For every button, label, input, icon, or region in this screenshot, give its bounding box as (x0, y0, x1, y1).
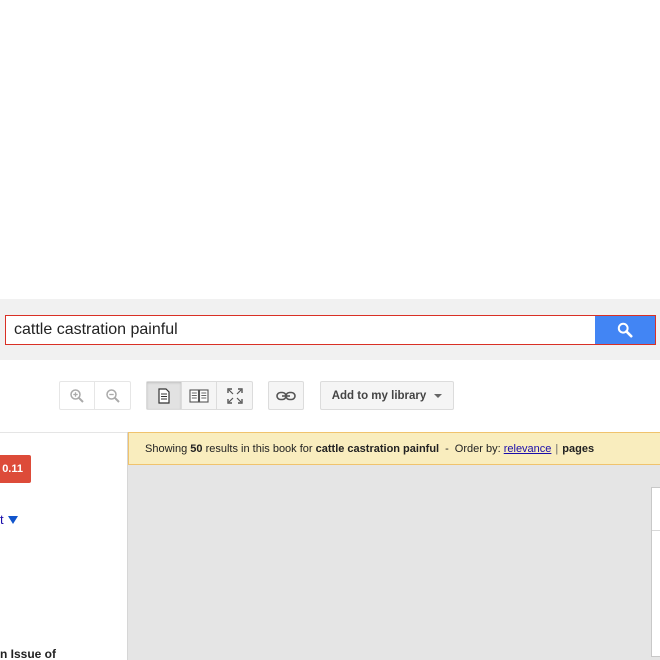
add-to-library-button[interactable]: Add to my library (320, 381, 454, 410)
two-page-icon (189, 388, 209, 403)
book-page[interactable] (651, 487, 660, 657)
order-by-label: Order by: (454, 442, 501, 455)
get-book-dropdown[interactable]: t (0, 512, 18, 527)
chevron-down-icon (434, 393, 443, 398)
order-separator: | (555, 442, 559, 455)
zoom-in-button[interactable] (60, 382, 95, 409)
price-label: 0.11 (2, 463, 23, 475)
link-button[interactable] (269, 382, 303, 409)
view-mode-controls (146, 381, 253, 410)
link-controls (268, 381, 304, 410)
issue-text: n Issue of (0, 647, 57, 660)
link-icon (276, 391, 296, 400)
page: Add to my library 0.11 t n Issue of Show… (0, 0, 660, 660)
buy-price-button[interactable]: 0.11 (0, 455, 31, 483)
order-by-pages-link[interactable]: pages (562, 443, 594, 455)
results-dash: - (445, 442, 449, 455)
search-button[interactable] (595, 316, 655, 344)
search-band (0, 299, 660, 360)
results-prefix: Showing (145, 442, 188, 455)
search-input[interactable] (6, 316, 596, 344)
results-count: 50 (190, 442, 203, 455)
page-divider (652, 530, 660, 531)
left-sidebar: 0.11 t n Issue of (0, 432, 127, 660)
zoom-out-button[interactable] (95, 382, 130, 409)
zoom-in-icon (70, 388, 84, 403)
search-results-bar: Showing 50 results in this book for catt… (128, 432, 660, 465)
results-query: cattle castration painful (315, 442, 440, 455)
book-viewer: Showing 50 results in this book for catt… (127, 432, 660, 660)
single-page-view-button[interactable] (147, 382, 182, 409)
search-icon (617, 322, 633, 338)
zoom-controls (59, 381, 131, 410)
add-to-library-label: Add to my library (331, 389, 427, 402)
fullscreen-icon (226, 387, 243, 404)
fullscreen-button[interactable] (217, 382, 252, 409)
blank-area (0, 0, 660, 299)
search-box (5, 315, 656, 345)
order-by-relevance-link[interactable]: relevance (504, 443, 552, 455)
get-book-label: t (0, 512, 4, 527)
viewer-toolbar: Add to my library (0, 360, 660, 432)
zoom-out-icon (105, 388, 120, 403)
two-page-view-button[interactable] (182, 382, 217, 409)
single-page-icon (158, 387, 170, 404)
results-middle: results in this book for (205, 442, 313, 455)
dropdown-arrow-icon (7, 515, 18, 524)
